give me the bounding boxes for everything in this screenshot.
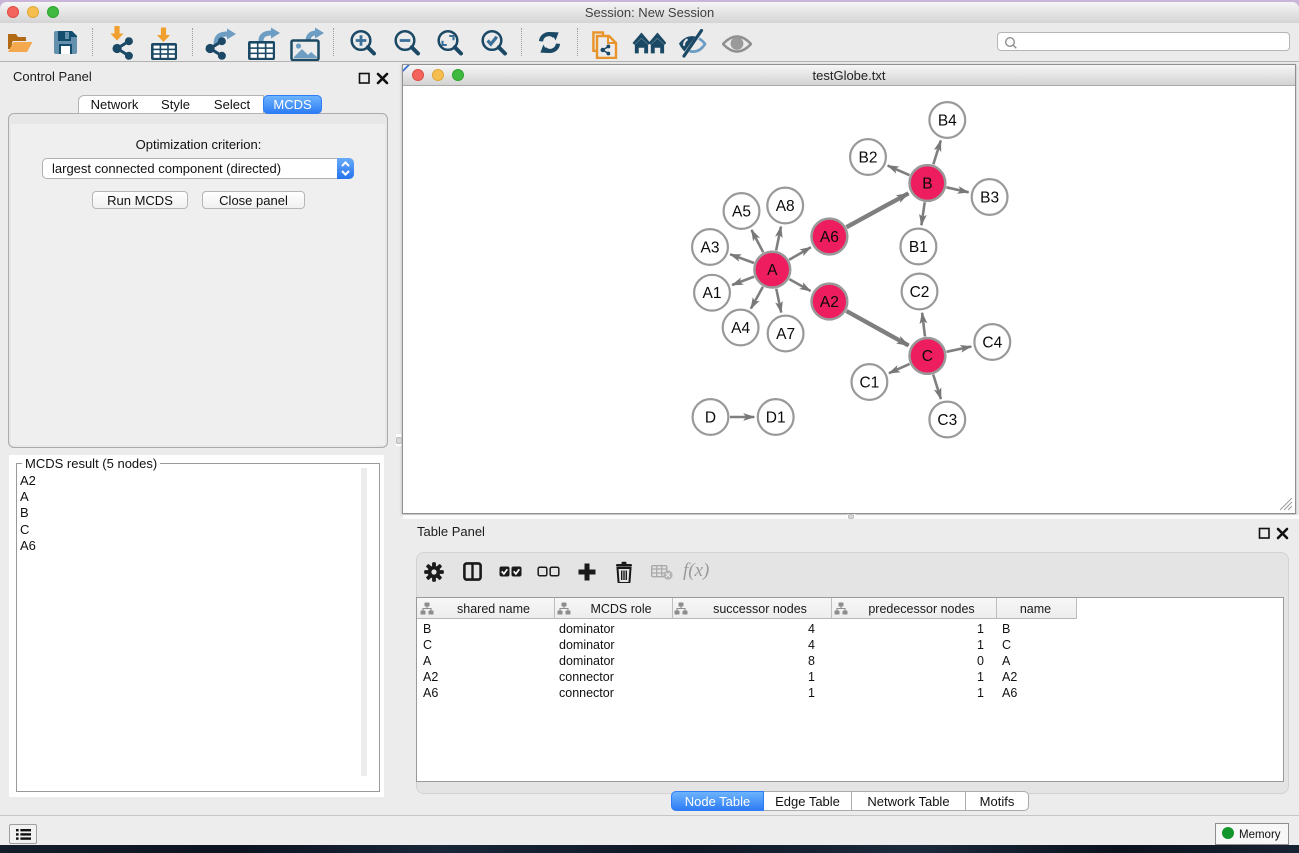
svg-text:C4: C4	[982, 334, 1002, 351]
svg-text:B: B	[922, 175, 932, 192]
svg-text:C1: C1	[859, 374, 879, 391]
svg-text:C: C	[922, 348, 933, 365]
svg-text:B4: B4	[938, 112, 957, 129]
svg-text:B2: B2	[859, 149, 878, 166]
svg-text:A: A	[767, 262, 778, 279]
svg-text:B3: B3	[980, 189, 999, 206]
svg-text:A6: A6	[820, 229, 839, 246]
svg-text:A8: A8	[776, 198, 795, 215]
svg-text:A2: A2	[820, 294, 839, 311]
svg-text:A1: A1	[703, 285, 722, 302]
svg-text:C2: C2	[910, 284, 930, 301]
svg-text:A3: A3	[701, 239, 720, 256]
svg-text:D: D	[705, 409, 716, 426]
svg-text:B1: B1	[909, 239, 928, 256]
svg-text:A5: A5	[732, 203, 751, 220]
svg-text:A7: A7	[776, 326, 795, 343]
svg-text:A4: A4	[731, 320, 750, 337]
svg-text:C3: C3	[937, 412, 957, 429]
svg-text:D1: D1	[766, 409, 786, 426]
